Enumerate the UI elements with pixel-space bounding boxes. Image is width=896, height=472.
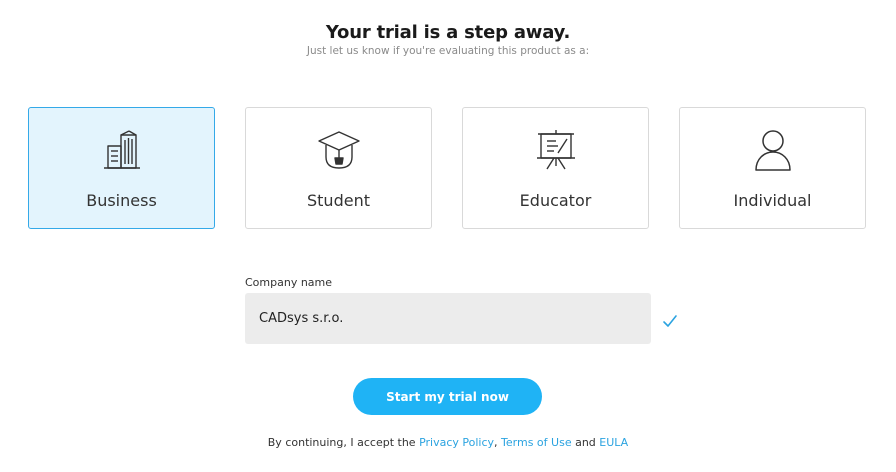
start-trial-button[interactable]: Start my trial now	[353, 378, 542, 415]
company-name-label: Company name	[245, 276, 333, 289]
trial-signup-page: Your trial is a step away. Just let us k…	[0, 0, 896, 472]
terms-notice: By continuing, I accept the Privacy Poli…	[0, 436, 896, 449]
option-business-card[interactable]: Business	[28, 107, 215, 229]
terms-prefix: By continuing, I accept the	[267, 436, 420, 449]
company-name-input[interactable]	[245, 293, 651, 344]
option-educator-label: Educator	[519, 191, 592, 210]
option-educator-card[interactable]: Educator	[462, 107, 649, 229]
building-icon	[98, 126, 146, 174]
presentation-board-icon	[532, 126, 580, 174]
privacy-policy-link[interactable]: Privacy Policy	[419, 436, 494, 449]
terms-of-use-link[interactable]: Terms of Use	[501, 436, 572, 449]
person-icon	[749, 126, 797, 174]
page-title: Your trial is a step away.	[325, 22, 571, 43]
check-icon	[662, 313, 678, 327]
terms-and: and	[571, 436, 600, 449]
option-individual-card[interactable]: Individual	[679, 107, 866, 229]
eula-link[interactable]: EULA	[599, 436, 628, 449]
option-student-card[interactable]: Student	[245, 107, 432, 229]
graduation-cap-icon	[315, 126, 363, 174]
option-business-label: Business	[86, 191, 157, 210]
option-student-label: Student	[307, 191, 370, 210]
terms-comma: ,	[494, 436, 502, 449]
option-individual-label: Individual	[733, 191, 812, 210]
page-subtitle: Just let us know if you're evaluating th…	[306, 45, 590, 57]
